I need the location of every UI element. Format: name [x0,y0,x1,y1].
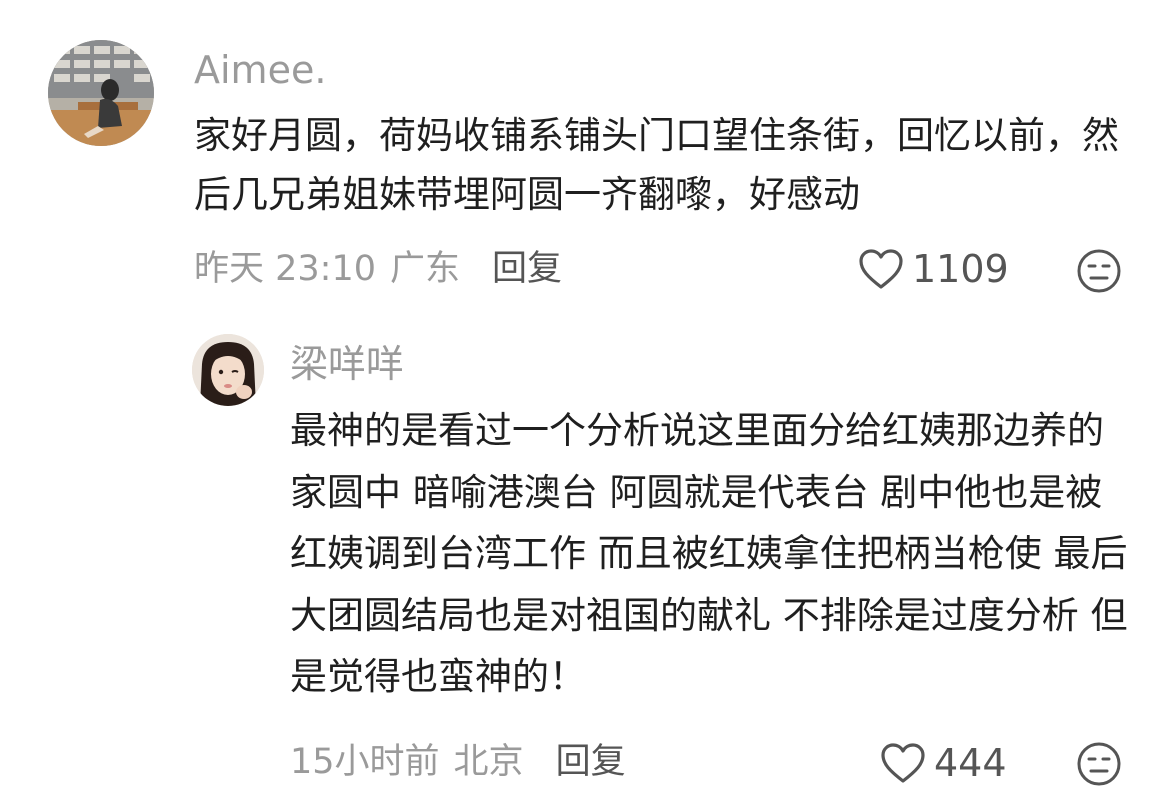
heart-outline-icon [859,249,903,289]
comment-location: 广东 [390,249,461,289]
comment-meta: 15小时前 北京 回复 [290,742,640,782]
neutral-face-icon [1077,742,1121,786]
like-button[interactable]: 444 [880,741,1007,785]
comment-text: 家好月圆，荷妈收铺系铺头门口望住条街，回忆以前，然后几兄弟姐妹带埋阿圆一齐翻嚟，… [194,114,1119,216]
like-count: 1109 [912,247,1009,291]
avatar[interactable] [48,40,154,146]
neutral-face-icon [1077,249,1121,293]
comment-author[interactable]: 梁咩咩 [290,342,404,386]
like-button[interactable]: 1109 [858,247,1009,291]
dislike-button[interactable] [1076,248,1122,294]
comment-text: 最神的是看过一个分析说这里面分给红姨那边养的家圆中 暗喻港澳台 阿圆就是代表台 … [290,409,1128,698]
comment-location: 北京 [453,742,524,782]
heart-outline-icon [881,743,925,783]
comment-time: 15小时前 [290,742,440,782]
comment-time: 昨天 23:10 [194,249,376,289]
avatar-image [48,40,154,146]
comment-item: Aimee. 家好月圆，荷妈收铺系铺头门口望住条街，回忆以前，然后几兄弟姐妹带埋… [0,0,1170,320]
dislike-button[interactable] [1076,741,1122,787]
avatar-image [192,334,264,406]
avatar[interactable] [192,334,264,406]
reply-button[interactable]: 回复 [492,249,562,289]
comment-meta: 昨天 23:10 广东 回复 [194,249,576,289]
comment-author[interactable]: Aimee. [194,48,326,92]
like-count: 444 [934,741,1007,785]
reply-button[interactable]: 回复 [556,742,626,782]
